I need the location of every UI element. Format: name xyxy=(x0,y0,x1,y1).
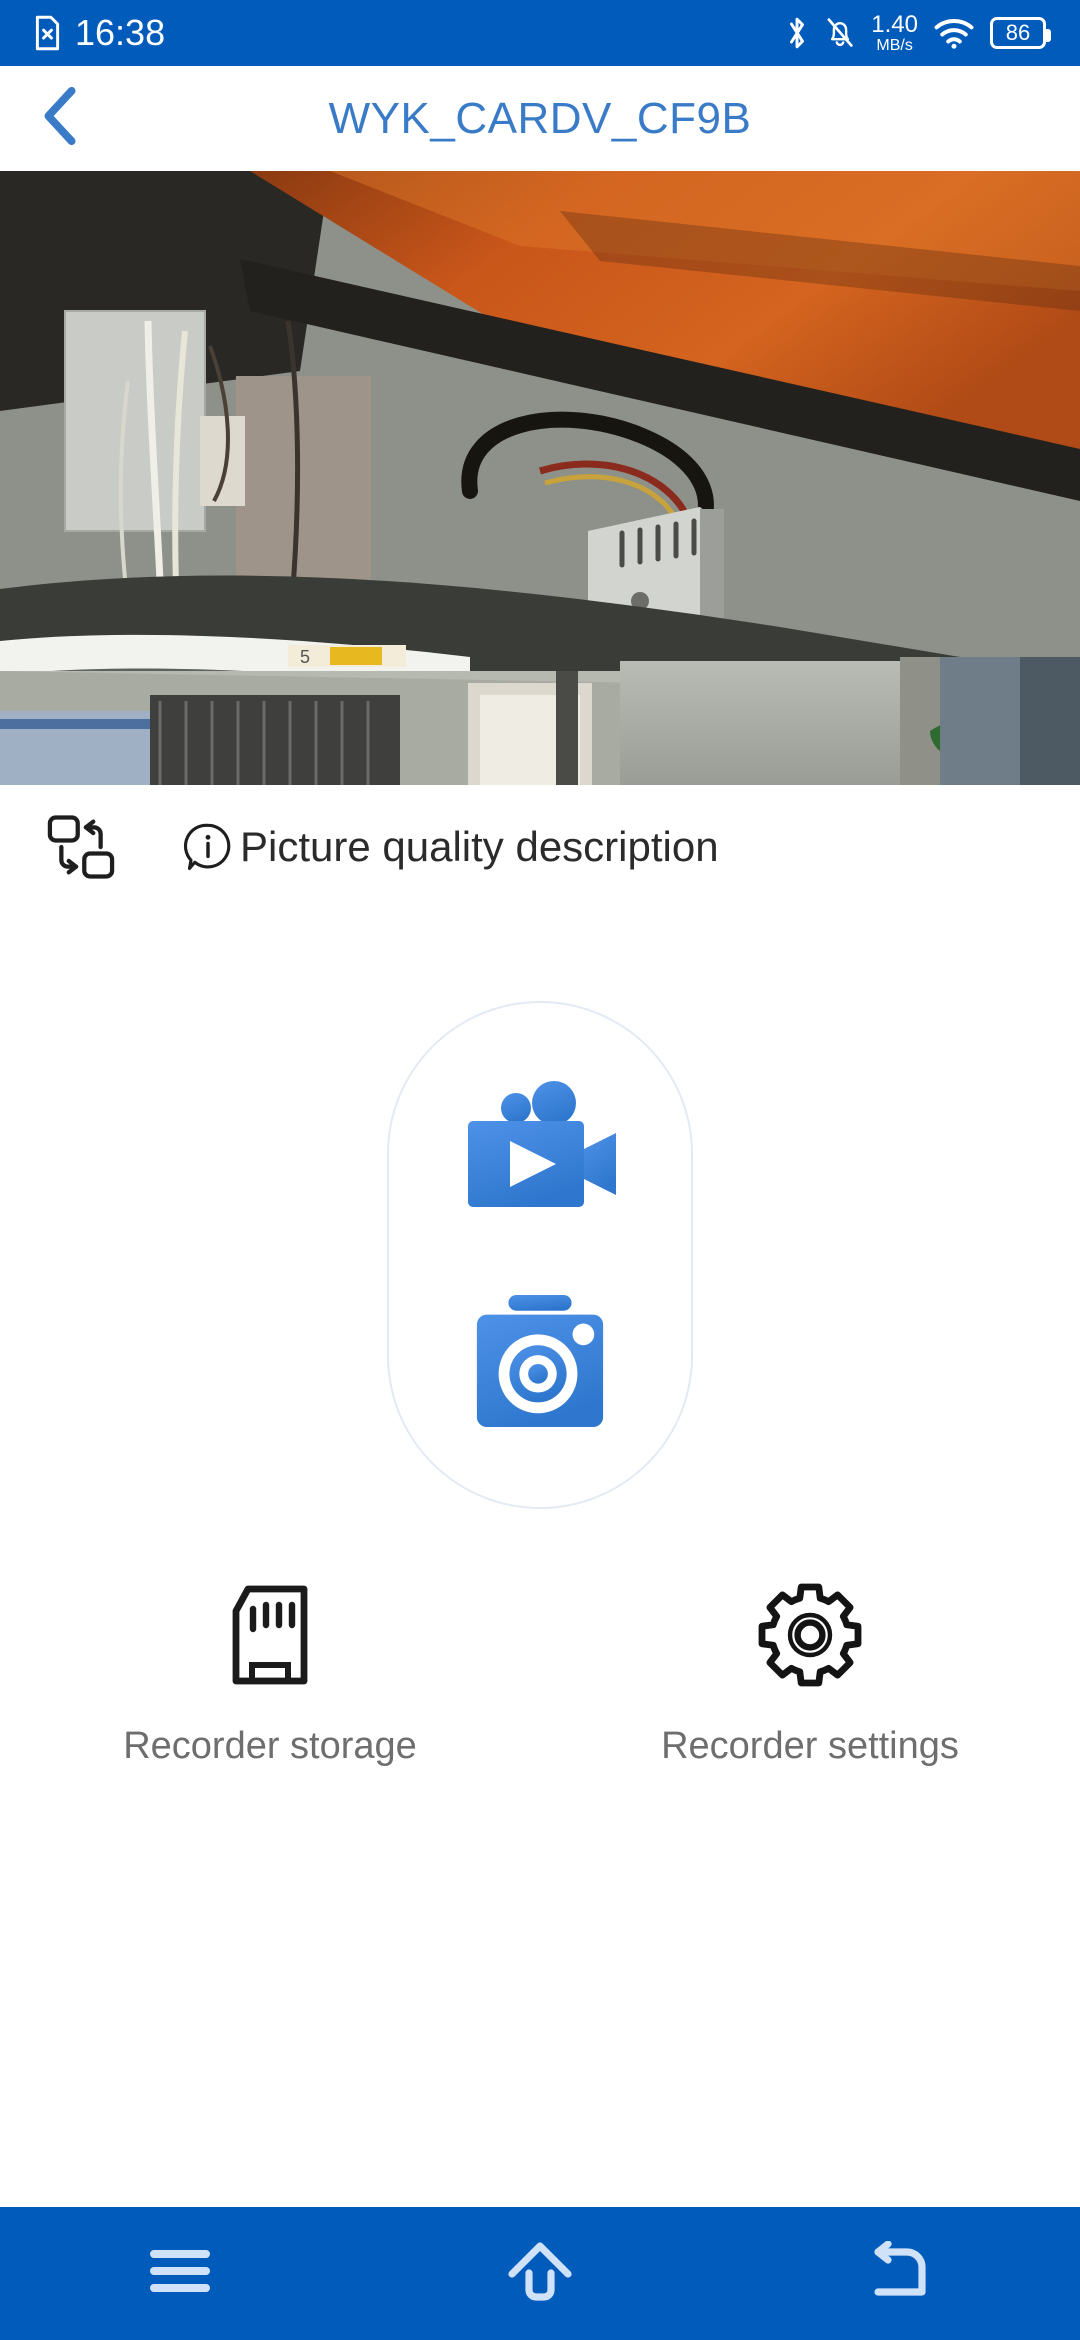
gear-icon xyxy=(758,1577,862,1687)
back-chevron-icon xyxy=(38,85,82,152)
svg-text:5: 5 xyxy=(300,647,310,667)
home-icon xyxy=(507,2240,573,2307)
sim-card-off-icon xyxy=(34,15,61,51)
picture-quality-description-button[interactable]: Picture quality description xyxy=(182,821,719,873)
photo-camera-icon xyxy=(476,1294,604,1427)
wifi-icon xyxy=(934,16,974,50)
page-title: WYK_CARDV_CF9B xyxy=(328,93,752,143)
picture-quality-description-label: Picture quality description xyxy=(240,823,719,870)
status-bar: 16:38 1.40 MB/s 86 xyxy=(0,0,1080,66)
sd-card-icon xyxy=(224,1577,316,1687)
recorder-storage-button[interactable]: Recorder storage xyxy=(0,1577,540,1768)
network-speed-unit: MB/s xyxy=(876,36,913,54)
recents-menu-icon xyxy=(148,2248,212,2299)
info-bubble-icon xyxy=(182,821,234,873)
mode-capsule xyxy=(387,1001,693,1509)
nav-back-button[interactable] xyxy=(810,2207,990,2340)
back-arrow-icon xyxy=(870,2240,930,2306)
live-video-preview[interactable]: 5 xyxy=(0,171,1080,785)
quality-row: Picture quality description xyxy=(0,785,1080,909)
network-speed-value: 1.40 xyxy=(871,10,918,38)
recorder-storage-label: Recorder storage xyxy=(123,1725,417,1767)
battery-level-text: 86 xyxy=(1005,20,1031,45)
app-header: WYK_CARDV_CF9B xyxy=(0,66,1080,171)
nav-home-button[interactable] xyxy=(450,2207,630,2340)
recorder-settings-button[interactable]: Recorder settings xyxy=(540,1577,1080,1768)
status-bar-clock: 16:38 xyxy=(75,12,166,53)
photo-mode-button[interactable] xyxy=(452,1286,628,1436)
nav-recents-button[interactable] xyxy=(90,2207,270,2340)
battery-indicator: 86 xyxy=(990,17,1051,49)
status-bar-right: 1.40 MB/s 86 xyxy=(785,10,1051,54)
bluetooth-icon xyxy=(785,15,809,51)
switch-view-icon[interactable] xyxy=(38,804,124,890)
video-camera-icon xyxy=(468,1081,616,1208)
system-navigation-bar xyxy=(0,2207,1080,2340)
mode-area: Recorder storage Recorder settings xyxy=(0,909,1080,2207)
notifications-muted-icon xyxy=(825,16,855,50)
app-screen: 16:38 1.40 MB/s 86 WYK_CARDV_CF9B 5 Pict… xyxy=(0,0,1080,2340)
preview-frame: 5 xyxy=(0,171,1080,785)
action-row: Recorder storage Recorder settings xyxy=(0,1577,1080,1768)
recorder-settings-label: Recorder settings xyxy=(661,1725,959,1767)
back-button[interactable] xyxy=(0,66,120,171)
network-speed-indicator: 1.40 MB/s xyxy=(871,10,918,54)
status-bar-left: 16:38 xyxy=(34,15,165,51)
video-mode-button[interactable] xyxy=(452,1074,628,1224)
